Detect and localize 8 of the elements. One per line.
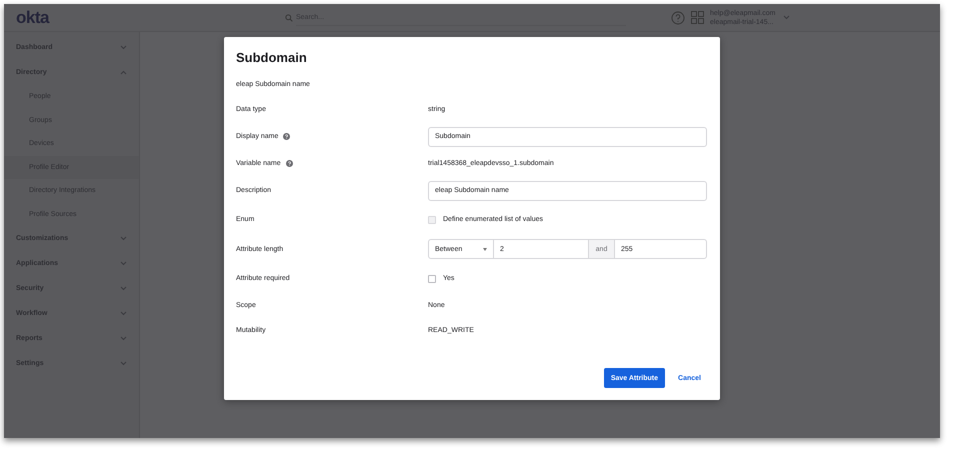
app-grid-icon[interactable]	[691, 11, 704, 24]
checkbox[interactable]	[428, 274, 436, 282]
search-icon	[285, 14, 293, 22]
modal-title: Subdomain	[236, 49, 308, 66]
help-icon[interactable]	[283, 133, 290, 140]
caret-icon	[483, 248, 487, 250]
help-icon[interactable]	[286, 160, 293, 167]
chevron-down-icon	[783, 15, 790, 20]
